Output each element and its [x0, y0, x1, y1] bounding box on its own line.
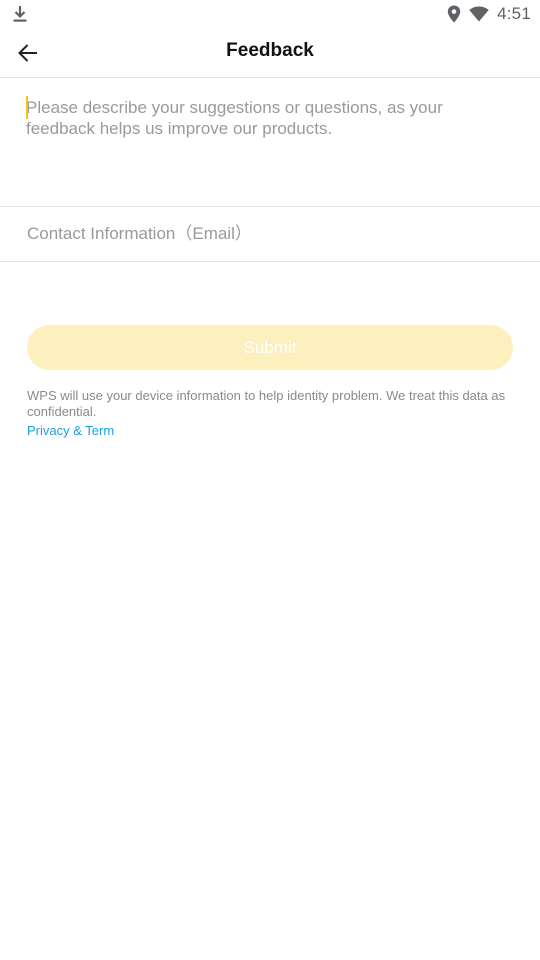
download-icon [12, 5, 28, 23]
text-caret [26, 96, 28, 119]
page-title: Feedback [226, 40, 314, 61]
status-bar: 4:51 [0, 0, 540, 28]
wifi-icon [469, 6, 489, 22]
feedback-section [0, 79, 540, 207]
status-time: 4:51 [497, 4, 531, 23]
feedback-textarea[interactable] [26, 97, 514, 197]
submit-button[interactable]: Submit [27, 325, 513, 370]
status-right: 4:51 [447, 4, 531, 24]
contact-email-input[interactable] [27, 221, 513, 247]
app-bar: Feedback [0, 28, 540, 78]
contact-section [0, 207, 540, 262]
disclaimer-text: WPS will use your device information to … [27, 388, 506, 419]
privacy-term-link[interactable]: Privacy & Term [27, 423, 114, 439]
status-left [12, 5, 28, 23]
back-arrow-icon [17, 42, 39, 64]
back-button[interactable] [8, 33, 48, 73]
location-icon [447, 5, 461, 23]
